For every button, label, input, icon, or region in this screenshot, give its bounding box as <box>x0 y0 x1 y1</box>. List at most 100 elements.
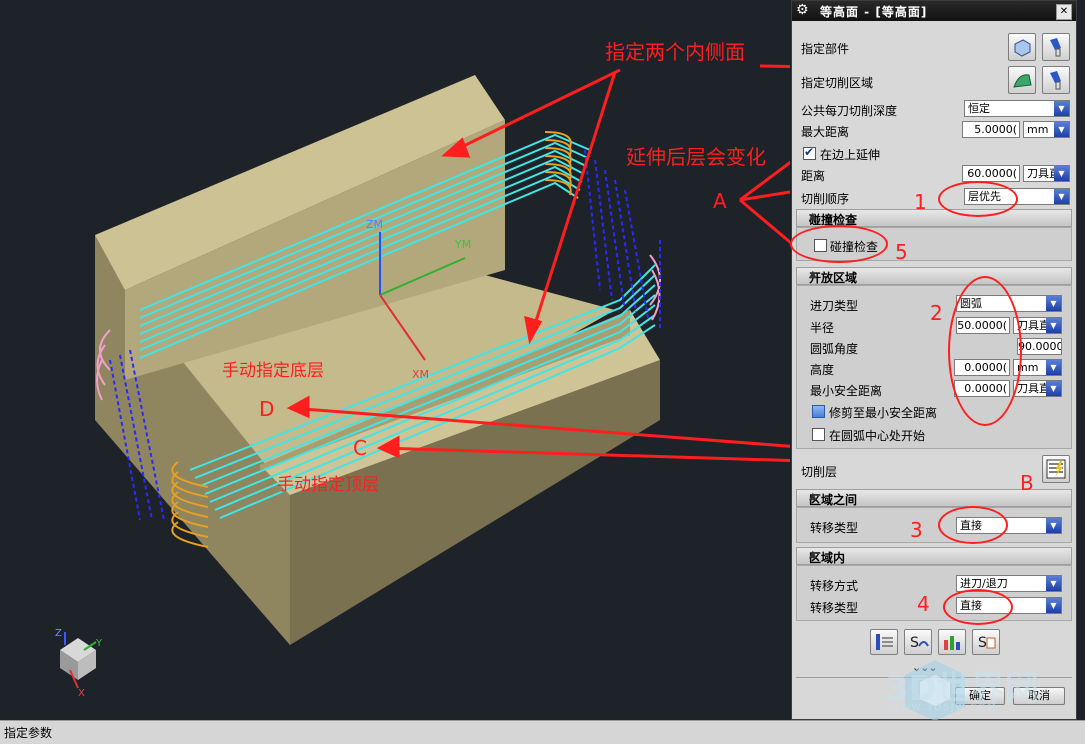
annotation-manual-top: 手动指定顶层 <box>277 475 379 495</box>
min-clearance-unit-select[interactable]: 刀具直 ▼ <box>1013 380 1062 397</box>
annotation-ring-1 <box>938 181 1018 217</box>
cutting-params-button[interactable] <box>870 629 898 655</box>
within-region-group-header[interactable]: 区域内 ▲ <box>796 547 1072 565</box>
show-part-button[interactable] <box>1042 33 1070 61</box>
watermark-logo: 3D世界网 WWW.3DSJW.COM <box>885 655 1085 721</box>
cut-levels-icon <box>1046 459 1066 479</box>
arc-angle-input[interactable]: 90.0000( <box>1017 338 1062 355</box>
distance-unit-select[interactable]: 刀具直 ▼ <box>1023 165 1070 182</box>
annotation-number-2: 2 <box>930 301 943 325</box>
annotation-number-5: 5 <box>895 240 908 264</box>
annotation-ring-5 <box>790 225 888 263</box>
chevron-down-icon: ▼ <box>1046 576 1061 591</box>
max-distance-label: 最大距离 <box>801 125 850 139</box>
generate-path-button[interactable]: S <box>972 629 1000 655</box>
arc-center-start-checkbox[interactable] <box>812 428 825 441</box>
annotation-label-B: B <box>1020 471 1034 495</box>
extend-edges-checkbox[interactable] <box>803 145 816 160</box>
contour-area-dialog: ⚙ 等高面 - [等高面] ✕ 指定部件 指定切削区域 公共每刀切削深度 恒定 ▼… <box>791 0 1077 720</box>
transfer-method-label: 转移方式 <box>810 579 859 593</box>
flashlight-icon <box>1050 71 1061 90</box>
annotation-label-D: D <box>259 397 275 421</box>
max-distance-input[interactable]: 5.0000( <box>962 121 1020 138</box>
cut-levels-label: 切削层 <box>801 465 838 479</box>
annotation-ring-3 <box>938 506 1008 544</box>
annotation-two-inner-faces: 指定两个内侧面 <box>605 40 745 64</box>
triad-x-label: X <box>78 688 85 699</box>
open-area-group-header[interactable]: 开放区域 ▲ <box>796 267 1072 285</box>
chevron-down-icon: ▼ <box>1054 189 1069 204</box>
annotation-number-1: 1 <box>914 190 927 214</box>
collapse-icon: ▲ <box>809 211 817 222</box>
svg-text:S: S <box>978 635 987 651</box>
chevron-down-icon: ▼ <box>1046 318 1061 333</box>
watermark-url: WWW.3DSJW.COM <box>890 703 998 713</box>
common-depth-select[interactable]: 恒定 ▼ <box>964 100 1070 117</box>
annotation-number-4: 4 <box>917 592 930 616</box>
chevron-down-icon: ▼ <box>1054 101 1069 116</box>
cut-order-label: 切削顺序 <box>801 192 850 206</box>
status-bar: 指定参数 <box>0 720 1085 744</box>
triad-y-label: Y <box>95 638 103 649</box>
chevron-down-icon: ▼ <box>1054 122 1069 137</box>
axis-zm-label: ZM <box>366 218 383 231</box>
gear-icon[interactable]: ⚙ <box>796 2 809 18</box>
chevron-down-icon: ▼ <box>1046 360 1061 375</box>
annotation-label-A: A <box>713 189 727 213</box>
graphics-viewport[interactable]: ZM YM XM Z Y X 指定两个内侧面 延伸后层会变化 手动指定底层 手动… <box>0 0 790 720</box>
arc-center-start-label: 在圆弧中心处开始 <box>829 429 926 443</box>
close-icon[interactable]: ✕ <box>1056 4 1072 20</box>
svg-text:S: S <box>910 635 919 651</box>
min-clearance-label: 最小安全距离 <box>810 384 883 398</box>
non-cutting-moves-icon: S <box>910 635 929 651</box>
model-view: ZM YM XM Z Y X <box>55 64 790 699</box>
axis-ym-label: YM <box>454 238 471 251</box>
chevron-down-icon: ▼ <box>1046 518 1061 533</box>
radius-label: 半径 <box>810 321 835 335</box>
height-label: 高度 <box>810 363 835 377</box>
feeds-speeds-icon <box>944 636 960 650</box>
max-distance-unit-select[interactable]: mm ▼ <box>1023 121 1070 138</box>
cutting-params-icon <box>876 634 893 650</box>
cut-area-icon <box>1013 74 1032 88</box>
collapse-icon: ▲ <box>809 269 817 280</box>
feeds-speeds-button[interactable] <box>938 629 966 655</box>
annotation-extend-note: 延伸后层会变化 <box>626 145 766 169</box>
between-transfer-type-label: 转移类型 <box>810 521 859 535</box>
trim-to-clearance-label: 修剪至最小安全距离 <box>829 406 938 420</box>
chevron-down-icon: ▼ <box>1046 598 1061 613</box>
within-transfer-type-label: 转移类型 <box>810 601 859 615</box>
triad-z-label: Z <box>55 628 62 639</box>
axis-xm-label: XM <box>412 368 429 381</box>
annotation-ring-2 <box>948 276 1022 426</box>
cut-levels-button[interactable] <box>1042 455 1070 483</box>
flashlight-icon <box>1050 38 1061 57</box>
select-cut-area-button[interactable] <box>1008 66 1036 94</box>
status-text: 指定参数 <box>4 726 53 740</box>
distance-input[interactable]: 60.0000( <box>962 165 1020 182</box>
specify-part-label: 指定部件 <box>801 42 850 56</box>
annotation-ring-4 <box>943 589 1013 625</box>
arc-angle-label: 圆弧角度 <box>810 342 859 356</box>
select-part-button[interactable] <box>1008 33 1036 61</box>
dialog-title: 等高面 - [等高面] <box>820 5 928 19</box>
generate-path-icon: S <box>978 635 996 651</box>
show-cut-area-button[interactable] <box>1042 66 1070 94</box>
dialog-titlebar[interactable]: ⚙ 等高面 - [等高面] ✕ <box>792 1 1076 21</box>
non-cutting-moves-button[interactable]: S <box>904 629 932 655</box>
collapse-icon: ▲ <box>809 549 817 560</box>
extend-edges-label: 在边上延伸 <box>820 148 881 162</box>
engage-type-label: 进刀类型 <box>810 299 859 313</box>
common-depth-label: 公共每刀切削深度 <box>801 104 898 118</box>
trim-to-clearance-checkbox[interactable] <box>812 405 825 418</box>
chevron-down-icon: ▼ <box>1054 166 1069 181</box>
view-triad: Z Y X <box>55 628 103 699</box>
annotation-label-C: C <box>353 436 367 460</box>
distance-label: 距离 <box>801 169 826 183</box>
specify-cut-area-label: 指定切削区域 <box>801 76 874 90</box>
annotation-manual-bottom: 手动指定底层 <box>222 361 324 381</box>
chevron-down-icon: ▼ <box>1046 296 1061 311</box>
chevron-down-icon: ▼ <box>1046 381 1061 396</box>
part-icon <box>1014 39 1031 57</box>
annotation-number-3: 3 <box>910 518 923 542</box>
